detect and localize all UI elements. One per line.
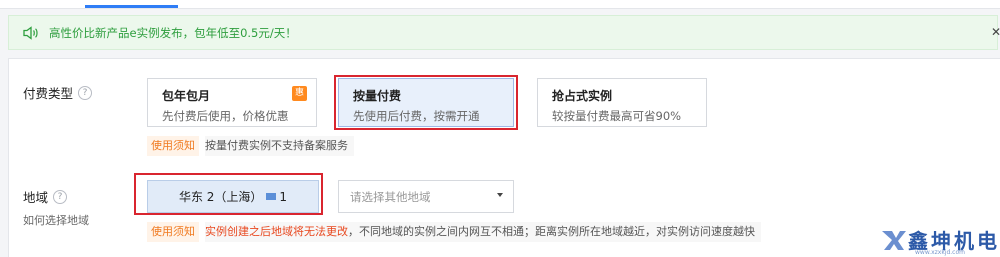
tip-detail: ，不同地域的实例之间内网互不相通；距离实例所在地域越近，对实例访问速度越快	[348, 225, 755, 238]
speaker-icon	[23, 25, 41, 40]
watermark-site: www.xzxkjd.com	[915, 249, 966, 256]
notice-text: 高性价比新产品e实例发布，包年低至0.5元/天！	[49, 25, 297, 40]
tip-text: 按量付费实例不支持备案服务	[205, 136, 354, 156]
tip-tag: 使用须知	[147, 222, 199, 242]
tip-warning: 实例创建之后地域将无法更改	[205, 225, 348, 238]
config-panel: 付费类型 ? 包年包月 先付费后使用，价格优惠 惠 按量付费 先使用后付费，按需…	[8, 58, 1000, 257]
promo-notice: 高性价比新产品e实例发布，包年低至0.5元/天！ ✕	[8, 15, 1000, 50]
close-icon[interactable]: ✕	[991, 25, 1000, 39]
tip-tag: 使用须知	[147, 136, 199, 156]
billing-tip: 使用须知 按量付费实例不支持备案服务	[147, 136, 354, 156]
billing-type-label: 付费类型 ?	[23, 83, 93, 102]
region-select[interactable]: 请选择其他地域	[338, 180, 514, 213]
highlight-frame	[134, 173, 323, 215]
help-icon[interactable]: ?	[53, 189, 68, 204]
billing-option-preemptible[interactable]: 抢占式实例 较按量付费最高可省90%	[537, 78, 707, 127]
region-tip: 使用须知 实例创建之后地域将无法更改，不同地域的实例之间内网互不相通；距离实例所…	[147, 222, 761, 242]
highlight-frame	[334, 75, 518, 130]
card-title: 抢占式实例	[552, 89, 613, 103]
billing-option-subscription[interactable]: 包年包月 先付费后使用，价格优惠 惠	[147, 78, 317, 127]
region-help-link[interactable]: 如何选择地域	[23, 212, 89, 228]
chevron-down-icon	[497, 193, 503, 197]
region-text: 地域	[23, 190, 49, 205]
card-desc: 较按量付费最高可省90%	[552, 109, 682, 123]
active-tab-indicator	[85, 5, 178, 8]
help-icon[interactable]: ?	[78, 85, 93, 100]
region-label: 地域 ?	[23, 187, 68, 206]
tip-text: 实例创建之后地域将无法更改，不同地域的实例之间内网互不相通；距离实例所在地域越近…	[205, 222, 761, 242]
region-select-placeholder: 请选择其他地域	[350, 189, 431, 204]
billing-type-text: 付费类型	[23, 86, 74, 101]
logo-icon	[882, 230, 906, 250]
discount-badge: 惠	[292, 86, 307, 101]
card-desc: 先付费后使用，价格优惠	[162, 109, 289, 123]
